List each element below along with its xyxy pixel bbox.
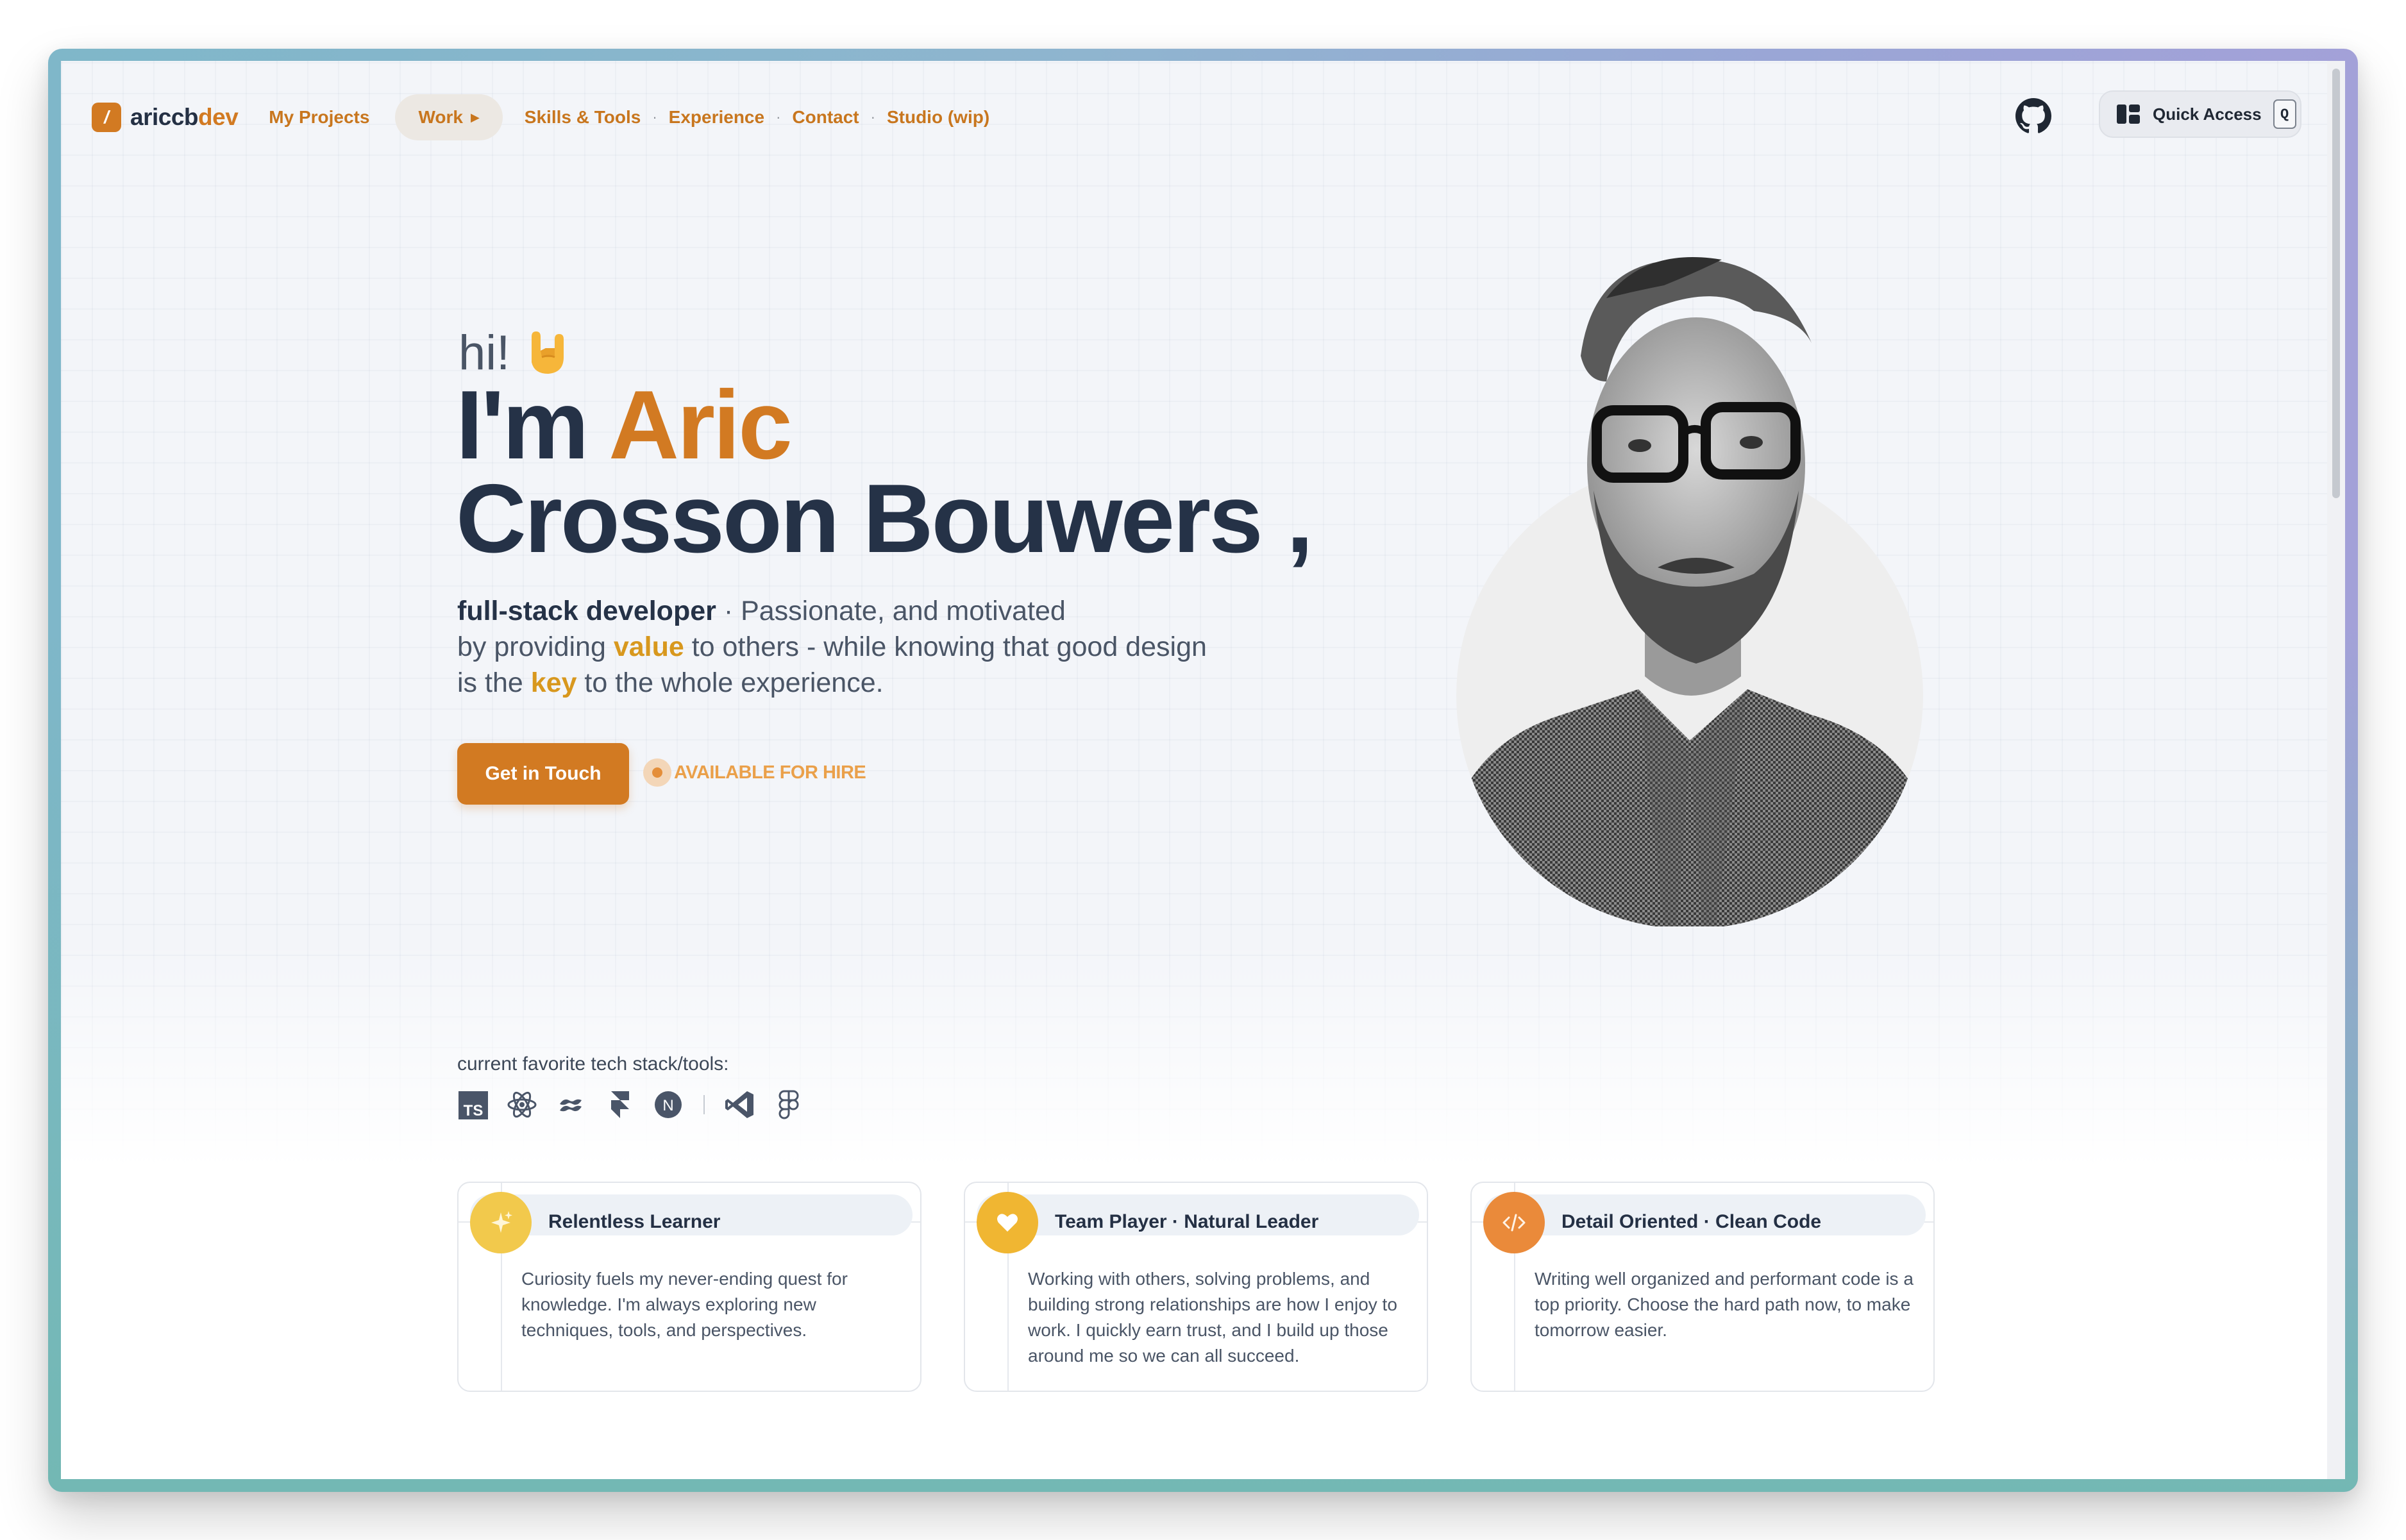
logo-text: ariccbdev <box>130 104 239 130</box>
card-body: Curiosity fuels my never-ending quest fo… <box>521 1269 848 1340</box>
nav-separator: · <box>652 109 657 125</box>
first-name: Aric <box>609 371 793 480</box>
logo-mark: / <box>92 103 121 132</box>
role-text: full-stack developer <box>457 596 716 626</box>
status-dot-icon <box>643 758 671 787</box>
site-logo[interactable]: / ariccbdev <box>92 103 239 132</box>
quick-access-button[interactable]: Quick Access Q <box>2099 90 2301 138</box>
tech-divider <box>703 1095 705 1114</box>
card-title: Relentless Learner <box>548 1211 721 1232</box>
quick-access-label: Quick Access <box>2153 104 2262 124</box>
tech-stack-label: current favorite tech stack/tools: <box>457 1053 729 1075</box>
keyboard-shortcut-badge: Q <box>2273 99 2296 129</box>
nav-work-label: Work <box>418 107 463 127</box>
get-in-touch-button[interactable]: Get in Touch <box>457 743 629 805</box>
vscode-icon <box>724 1089 756 1121</box>
github-icon[interactable] <box>2015 98 2051 134</box>
availability-badge: AVAILABLE FOR HIRE <box>643 758 866 787</box>
hero-name-line-2: Crosson Bouwers , <box>456 464 1313 573</box>
top-nav: / ariccbdev My Projects Work ▶ Skills & … <box>92 93 989 142</box>
card-body: Working with others, solving problems, a… <box>1028 1269 1397 1366</box>
sparkles-icon <box>470 1192 532 1253</box>
trait-card: Detail Oriented · Clean Code Writing wel… <box>1470 1182 1935 1392</box>
nav-link-experience[interactable]: Experience <box>669 107 764 128</box>
svg-text:N: N <box>662 1097 673 1114</box>
hero-bio: full-stack developer · Passionate, and m… <box>457 596 1207 698</box>
trait-card: Team Player · Natural Leader Working wit… <box>964 1182 1428 1392</box>
svg-text:TS: TS <box>464 1102 484 1119</box>
nextjs-icon: N <box>652 1089 684 1121</box>
nav-link-studio[interactable]: Studio (wip) <box>887 107 989 128</box>
framer-icon <box>603 1089 635 1121</box>
hero-name-line-1: I'm Aric <box>456 371 793 480</box>
dashboard-icon <box>2117 105 2140 124</box>
nav-separator: · <box>870 109 875 125</box>
heart-icon <box>977 1192 1038 1253</box>
scrollbar-thumb[interactable] <box>2332 69 2340 498</box>
trait-card: Relentless Learner Curiosity fuels my ne… <box>457 1182 921 1392</box>
tailwind-icon <box>555 1089 587 1121</box>
card-title: Team Player · Natural Leader <box>1055 1211 1319 1232</box>
typescript-icon: TS <box>457 1089 489 1121</box>
figma-icon <box>773 1089 805 1121</box>
caret-right-icon: ▶ <box>470 110 480 124</box>
nav-work-dropdown[interactable]: Work ▶ <box>395 94 503 140</box>
nav-link-skills[interactable]: Skills & Tools <box>525 107 641 128</box>
react-icon <box>506 1089 538 1121</box>
card-title: Detail Oriented · Clean Code <box>1561 1211 1822 1232</box>
scrollbar[interactable] <box>2327 61 2345 1479</box>
card-body: Writing well organized and performant co… <box>1535 1269 1914 1340</box>
code-icon <box>1483 1192 1545 1253</box>
page-viewport: / ariccbdev My Projects Work ▶ Skills & … <box>61 61 2345 1479</box>
nav-separator: · <box>776 109 781 125</box>
nav-link-my-projects[interactable]: My Projects <box>269 107 369 128</box>
profile-photo <box>1456 257 1923 926</box>
nav-link-contact[interactable]: Contact <box>792 107 859 128</box>
tech-stack-icons: TS N <box>457 1087 821 1123</box>
availability-text: AVAILABLE FOR HIRE <box>674 762 866 783</box>
